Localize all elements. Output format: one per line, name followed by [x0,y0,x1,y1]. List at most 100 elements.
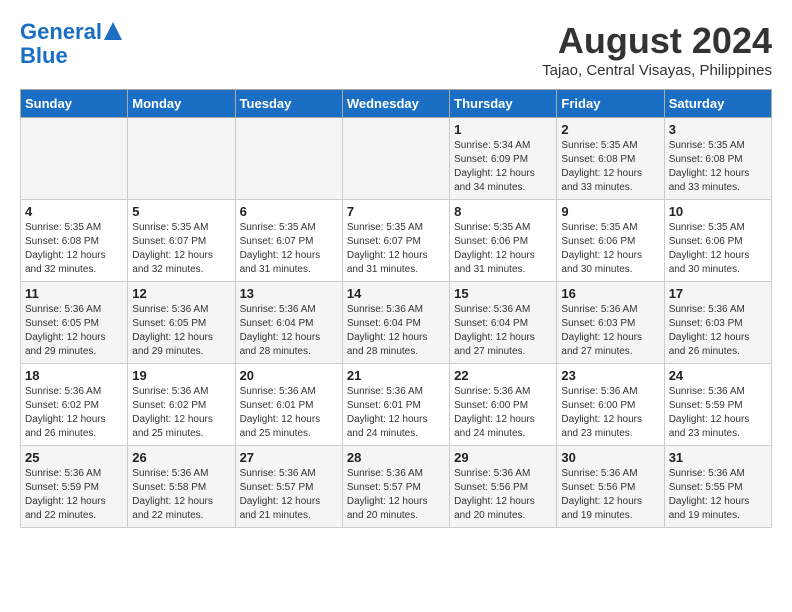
day-number: 12 [132,286,230,301]
day-info: Sunrise: 5:35 AM Sunset: 6:06 PM Dayligh… [454,221,552,277]
title-block: August 2024 Tajao, Central Visayas, Phil… [542,20,772,79]
day-info: Sunrise: 5:36 AM Sunset: 6:04 PM Dayligh… [240,303,338,359]
day-number: 16 [561,286,659,301]
day-number: 14 [347,286,445,301]
calendar-cell: 16 Sunrise: 5:36 AM Sunset: 6:03 PM Dayli… [557,282,664,364]
day-number: 7 [347,204,445,219]
logo-icon [104,22,122,40]
day-number: 10 [669,204,767,219]
page-title: August 2024 [542,20,772,62]
day-number: 29 [454,450,552,465]
day-info: Sunrise: 5:36 AM Sunset: 5:57 PM Dayligh… [347,467,445,523]
day-number: 28 [347,450,445,465]
calendar-cell: 14 Sunrise: 5:36 AM Sunset: 6:04 PM Dayli… [342,282,449,364]
calendar-cell: 1 Sunrise: 5:34 AM Sunset: 6:09 PM Daylig… [450,118,557,200]
day-number: 11 [25,286,123,301]
calendar-cell: 30Sunrise: 5:36 AM Sunset: 5:56 PM Dayli… [557,446,664,528]
calendar-cell: 15 Sunrise: 5:36 AM Sunset: 6:04 PM Dayli… [450,282,557,364]
day-info: Sunrise: 5:36 AM Sunset: 6:01 PM Dayligh… [347,385,445,441]
day-number: 2 [561,122,659,137]
day-number: 22 [454,368,552,383]
logo-text-line2: Blue [20,44,68,68]
calendar-week-row: 25 Sunrise: 5:36 AM Sunset: 5:59 PM Dayli… [21,446,772,528]
header-thursday: Thursday [450,90,557,118]
calendar-cell: 6Sunrise: 5:35 AM Sunset: 6:07 PM Daylig… [235,200,342,282]
day-number: 8 [454,204,552,219]
page-header: General Blue August 2024 Tajao, Central … [20,20,772,79]
logo-text-line1: General [20,20,102,44]
calendar-cell: 23Sunrise: 5:36 AM Sunset: 6:00 PM Dayli… [557,364,664,446]
calendar-cell: 9Sunrise: 5:35 AM Sunset: 6:06 PM Daylig… [557,200,664,282]
calendar-cell: 18 Sunrise: 5:36 AM Sunset: 6:02 PM Dayli… [21,364,128,446]
calendar-week-row: 1 Sunrise: 5:34 AM Sunset: 6:09 PM Daylig… [21,118,772,200]
day-info: Sunrise: 5:36 AM Sunset: 5:58 PM Dayligh… [132,467,230,523]
calendar-cell: 7 Sunrise: 5:35 AM Sunset: 6:07 PM Daylig… [342,200,449,282]
day-info: Sunrise: 5:35 AM Sunset: 6:07 PM Dayligh… [132,221,230,277]
calendar-cell [21,118,128,200]
day-info: Sunrise: 5:36 AM Sunset: 6:02 PM Dayligh… [25,385,123,441]
calendar-cell: 21 Sunrise: 5:36 AM Sunset: 6:01 PM Dayli… [342,364,449,446]
day-number: 9 [561,204,659,219]
day-number: 26 [132,450,230,465]
header-sunday: Sunday [21,90,128,118]
day-info: Sunrise: 5:36 AM Sunset: 6:03 PM Dayligh… [561,303,659,359]
day-info: Sunrise: 5:36 AM Sunset: 5:59 PM Dayligh… [669,385,767,441]
calendar-cell: 31 Sunrise: 5:36 AM Sunset: 5:55 PM Dayli… [664,446,771,528]
day-info: Sunrise: 5:34 AM Sunset: 6:09 PM Dayligh… [454,139,552,195]
day-number: 5 [132,204,230,219]
calendar-week-row: 4Sunrise: 5:35 AM Sunset: 6:08 PM Daylig… [21,200,772,282]
calendar-cell: 26 Sunrise: 5:36 AM Sunset: 5:58 PM Dayli… [128,446,235,528]
day-number: 1 [454,122,552,137]
calendar-cell [128,118,235,200]
day-number: 15 [454,286,552,301]
header-saturday: Saturday [664,90,771,118]
header-tuesday: Tuesday [235,90,342,118]
day-number: 19 [132,368,230,383]
calendar-cell: 5 Sunrise: 5:35 AM Sunset: 6:07 PM Daylig… [128,200,235,282]
day-info: Sunrise: 5:36 AM Sunset: 5:56 PM Dayligh… [454,467,552,523]
day-number: 18 [25,368,123,383]
calendar-cell: 17Sunrise: 5:36 AM Sunset: 6:03 PM Dayli… [664,282,771,364]
day-number: 20 [240,368,338,383]
day-number: 27 [240,450,338,465]
calendar-cell: 24 Sunrise: 5:36 AM Sunset: 5:59 PM Dayli… [664,364,771,446]
day-info: Sunrise: 5:36 AM Sunset: 6:04 PM Dayligh… [347,303,445,359]
calendar-cell: 13 Sunrise: 5:36 AM Sunset: 6:04 PM Dayli… [235,282,342,364]
calendar-cell: 8 Sunrise: 5:35 AM Sunset: 6:06 PM Daylig… [450,200,557,282]
calendar-cell: 10 Sunrise: 5:35 AM Sunset: 6:06 PM Dayli… [664,200,771,282]
header-monday: Monday [128,90,235,118]
day-number: 24 [669,368,767,383]
header-friday: Friday [557,90,664,118]
calendar-cell: 25 Sunrise: 5:36 AM Sunset: 5:59 PM Dayli… [21,446,128,528]
day-info: Sunrise: 5:35 AM Sunset: 6:07 PM Dayligh… [240,221,338,277]
day-info: Sunrise: 5:36 AM Sunset: 6:05 PM Dayligh… [25,303,123,359]
calendar-cell: 27 Sunrise: 5:36 AM Sunset: 5:57 PM Dayli… [235,446,342,528]
day-info: Sunrise: 5:36 AM Sunset: 6:01 PM Dayligh… [240,385,338,441]
day-info: Sunrise: 5:36 AM Sunset: 5:55 PM Dayligh… [669,467,767,523]
day-info: Sunrise: 5:36 AM Sunset: 5:57 PM Dayligh… [240,467,338,523]
page-subtitle: Tajao, Central Visayas, Philippines [542,62,772,79]
logo: General Blue [20,20,122,68]
day-info: Sunrise: 5:36 AM Sunset: 6:04 PM Dayligh… [454,303,552,359]
calendar-cell: 29 Sunrise: 5:36 AM Sunset: 5:56 PM Dayli… [450,446,557,528]
day-info: Sunrise: 5:35 AM Sunset: 6:08 PM Dayligh… [25,221,123,277]
calendar-cell: 19Sunrise: 5:36 AM Sunset: 6:02 PM Dayli… [128,364,235,446]
day-info: Sunrise: 5:35 AM Sunset: 6:06 PM Dayligh… [669,221,767,277]
day-number: 25 [25,450,123,465]
day-info: Sunrise: 5:35 AM Sunset: 6:07 PM Dayligh… [347,221,445,277]
day-info: Sunrise: 5:36 AM Sunset: 5:56 PM Dayligh… [561,467,659,523]
calendar-cell [342,118,449,200]
day-info: Sunrise: 5:36 AM Sunset: 5:59 PM Dayligh… [25,467,123,523]
day-number: 17 [669,286,767,301]
day-number: 3 [669,122,767,137]
calendar-table: SundayMondayTuesdayWednesdayThursdayFrid… [20,89,772,528]
day-info: Sunrise: 5:36 AM Sunset: 6:05 PM Dayligh… [132,303,230,359]
calendar-cell: 12 Sunrise: 5:36 AM Sunset: 6:05 PM Dayli… [128,282,235,364]
day-number: 31 [669,450,767,465]
header-row: SundayMondayTuesdayWednesdayThursdayFrid… [21,90,772,118]
day-info: Sunrise: 5:36 AM Sunset: 6:00 PM Dayligh… [454,385,552,441]
day-number: 21 [347,368,445,383]
day-number: 13 [240,286,338,301]
calendar-cell: 28 Sunrise: 5:36 AM Sunset: 5:57 PM Dayli… [342,446,449,528]
calendar-cell [235,118,342,200]
